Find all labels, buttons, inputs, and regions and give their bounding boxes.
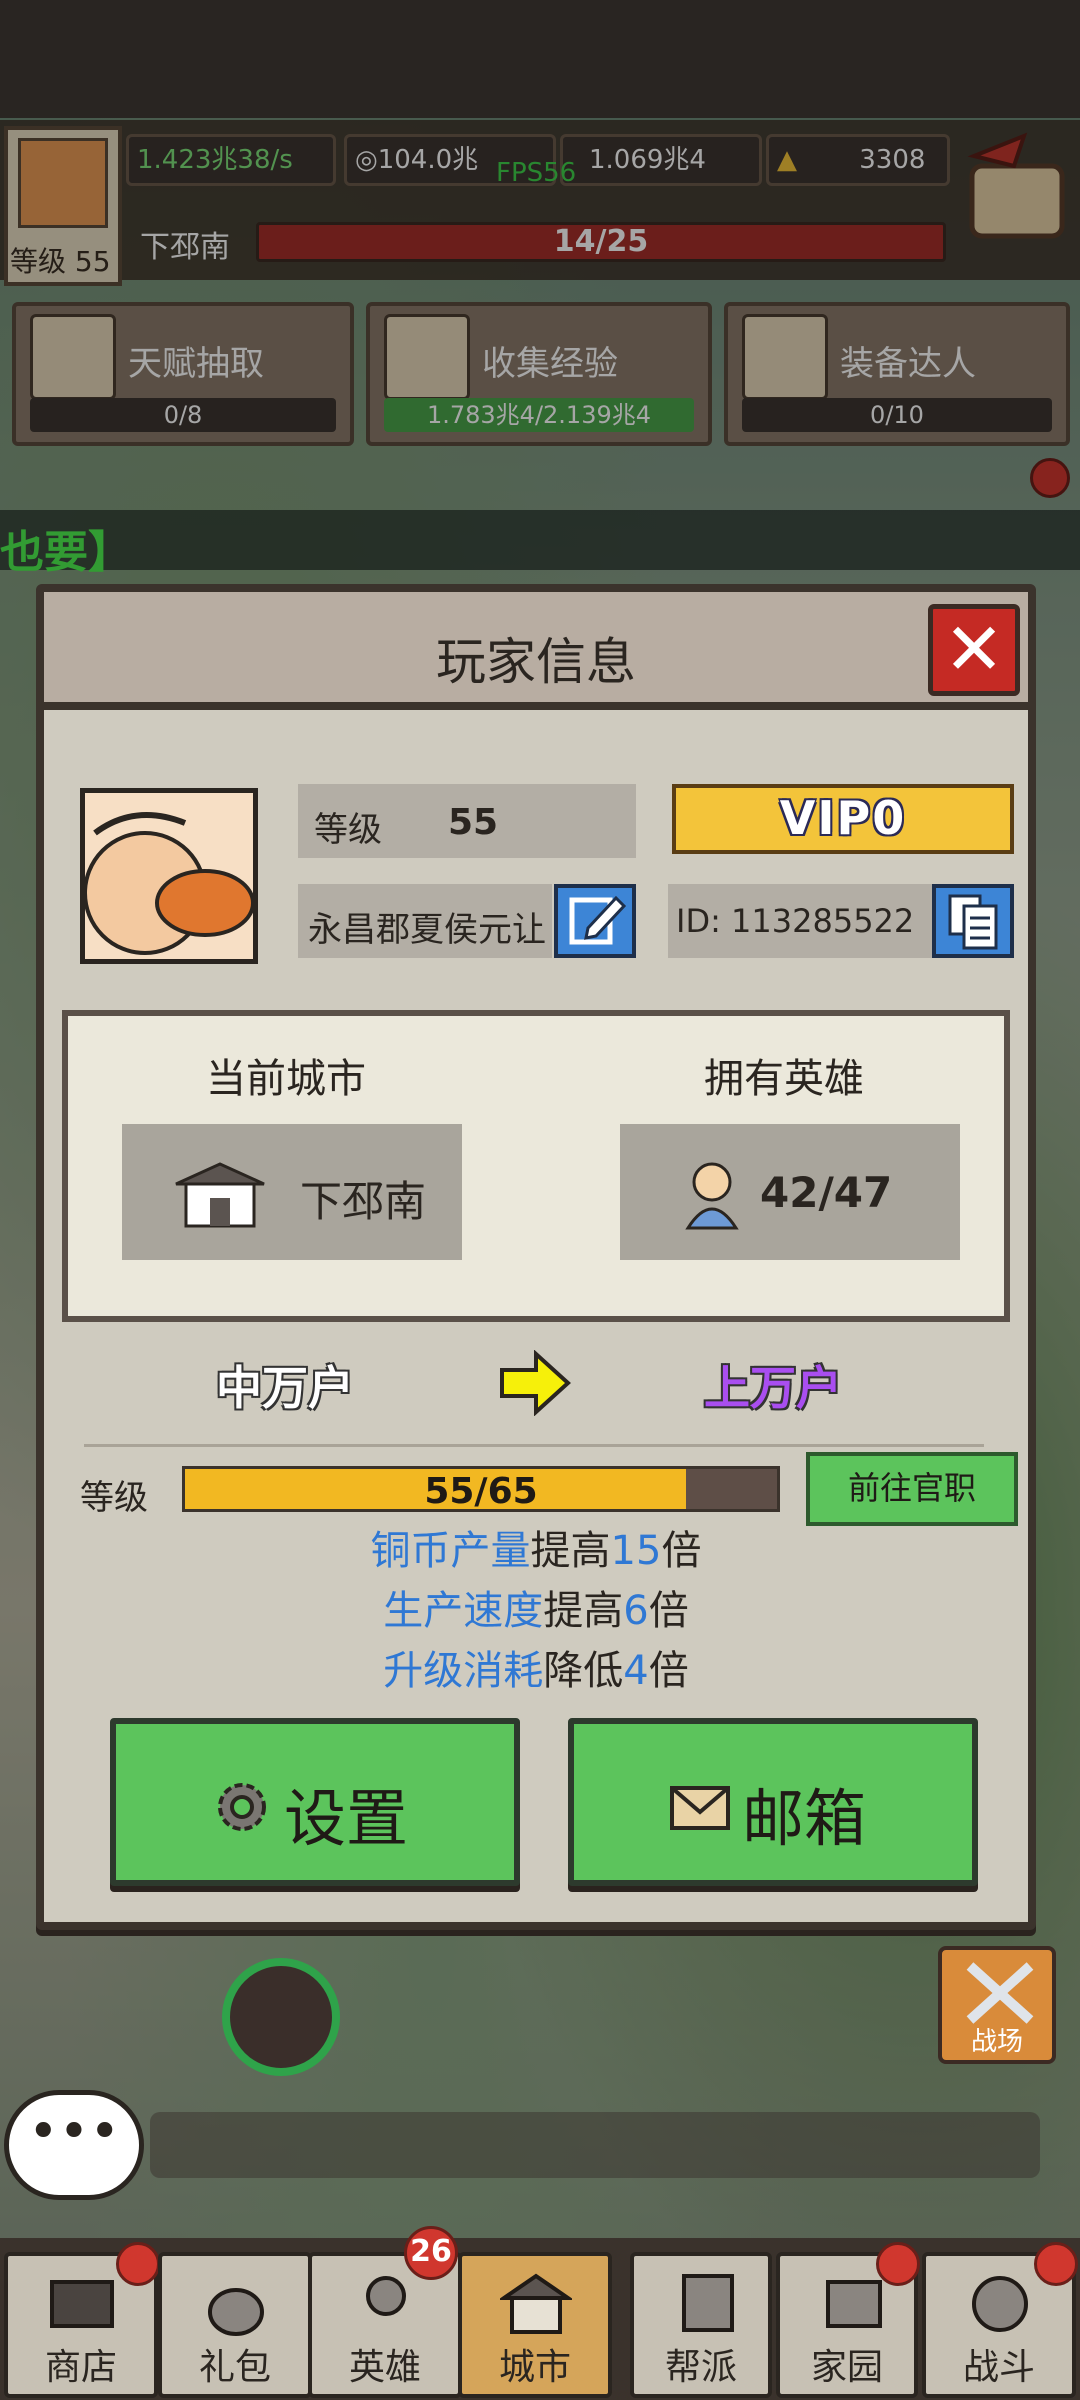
- player-level-value: 55: [448, 802, 499, 843]
- heroes-owned-box: 42/47: [620, 1124, 960, 1260]
- player-info-modal: 玩家信息 ✕ 等级 55 VIP0 永昌郡夏侯元让 ID: 113285522: [36, 584, 1036, 1930]
- current-rank: 中万户: [216, 1361, 354, 1415]
- bonus-value: 6: [623, 1588, 649, 1634]
- edit-icon: [569, 895, 627, 945]
- chat-button[interactable]: •••: [4, 2090, 144, 2200]
- player-id: ID: 113285522: [676, 902, 915, 940]
- gift-bag-icon: [208, 2288, 264, 2336]
- goto-official-button[interactable]: 前往官职: [806, 1452, 1018, 1526]
- nav-label: 城市: [498, 2347, 571, 2388]
- crossed-swords-icon: [966, 1962, 1034, 2024]
- mailbox-button[interactable]: 邮箱: [568, 1718, 978, 1886]
- city-gate-icon: [500, 2273, 572, 2334]
- copy-icon: [948, 894, 998, 950]
- edit-name-button[interactable]: [554, 884, 636, 958]
- hero-icon: [366, 2276, 406, 2316]
- close-icon: ✕: [943, 607, 1005, 691]
- bonus-unit: 倍: [661, 1528, 702, 1574]
- nav-label: 礼包: [198, 2347, 271, 2388]
- bonus-value: 4: [623, 1648, 649, 1694]
- hero-person-icon: [685, 1162, 739, 1230]
- nav-battle[interactable]: 战斗: [922, 2242, 1078, 2398]
- bonus-line: 生产速度提高6倍: [44, 1578, 1028, 1636]
- nav-label: 商店: [44, 2347, 117, 2388]
- shop-abacus-icon: [50, 2280, 114, 2328]
- rank-level-progress-bar: 55/65: [182, 1466, 780, 1512]
- nav-city[interactable]: 城市: [458, 2252, 612, 2398]
- nav-gift-pack[interactable]: 礼包: [158, 2252, 312, 2398]
- home-scroll-icon: [826, 2280, 882, 2328]
- copy-id-button[interactable]: [932, 884, 1014, 958]
- next-rank: 上万户: [704, 1361, 842, 1415]
- battle-icon: [972, 2276, 1028, 2332]
- modal-title: 玩家信息: [436, 633, 636, 691]
- vip-badge[interactable]: VIP0: [672, 784, 1014, 854]
- bonus-name: 生产速度: [383, 1588, 544, 1634]
- bonus-name: 铜币产量: [370, 1528, 531, 1574]
- battlefield-label: 战场: [970, 2027, 1023, 2057]
- bonus-name: 升级消耗: [383, 1648, 544, 1694]
- player-id-box: ID: 113285522: [668, 884, 932, 958]
- player-avatar: [80, 788, 258, 964]
- bonus-verb: 提高: [530, 1528, 611, 1574]
- guild-banner-icon: [682, 2274, 734, 2332]
- settings-label: 设置: [284, 1782, 409, 1855]
- current-city-box: 下邳南: [122, 1124, 462, 1260]
- notification-dot: [116, 2242, 160, 2286]
- bonus-verb: 提高: [543, 1588, 624, 1634]
- chat-input-bar[interactable]: [150, 2112, 1040, 2178]
- bottom-nav: 商店 礼包 英雄 城市 帮派 家园 战斗: [0, 2238, 1080, 2400]
- player-name: 永昌郡夏侯元让: [308, 910, 546, 950]
- nav-label: 家园: [810, 2347, 883, 2388]
- bonus-unit: 倍: [648, 1588, 689, 1634]
- heroes-count-badge: 26: [404, 2226, 458, 2280]
- heroes-label: 拥有英雄: [704, 1056, 864, 1102]
- city-heroes-panel: 当前城市 拥有英雄 下邳南 42/47: [62, 1010, 1010, 1322]
- bonus-line: 铜币产量提高15倍: [44, 1518, 1028, 1576]
- current-city-label: 当前城市: [206, 1056, 366, 1102]
- bonus-unit: 倍: [648, 1648, 689, 1694]
- nav-label: 帮派: [664, 2347, 737, 2388]
- mailbox-label: 邮箱: [742, 1782, 867, 1855]
- arrow-right-icon: [500, 1350, 571, 1416]
- modal-header: 玩家信息 ✕: [44, 592, 1028, 710]
- player-name-box: 永昌郡夏侯元让: [298, 884, 552, 958]
- nav-label: 英雄: [348, 2347, 421, 2388]
- gear-icon: [218, 1783, 266, 1831]
- bonus-verb: 降低: [543, 1648, 624, 1694]
- city-gate-icon: [175, 1162, 265, 1228]
- nav-label: 战斗: [962, 2347, 1035, 2388]
- rank-level-label: 等级: [80, 1478, 148, 1518]
- avatar-portrait-icon: [85, 793, 253, 959]
- chat-bubble-icon: •••: [27, 2102, 120, 2162]
- player-level-box: 等级 55: [298, 784, 636, 858]
- battlefield-button[interactable]: 战场: [938, 1946, 1056, 2064]
- notification-dot: [876, 2242, 920, 2286]
- notification-dot: [1034, 2242, 1078, 2286]
- hero-portrait-button[interactable]: [222, 1958, 340, 2076]
- close-button[interactable]: ✕: [928, 604, 1020, 696]
- current-city-value: 下邳南: [300, 1177, 427, 1226]
- settings-button[interactable]: 设置: [110, 1718, 520, 1886]
- rank-level-progress-text: 55/65: [424, 1471, 538, 1512]
- divider: [84, 1444, 984, 1447]
- nav-home[interactable]: 家园: [776, 2242, 920, 2398]
- envelope-icon: [670, 1786, 730, 1830]
- nav-guild[interactable]: 帮派: [630, 2252, 772, 2398]
- bonus-line: 升级消耗降低4倍: [44, 1638, 1028, 1696]
- bonus-value: 15: [610, 1528, 662, 1574]
- heroes-owned-value: 42/47: [760, 1168, 893, 1217]
- player-level-label: 等级: [314, 810, 382, 850]
- nav-shop[interactable]: 商店: [4, 2242, 160, 2398]
